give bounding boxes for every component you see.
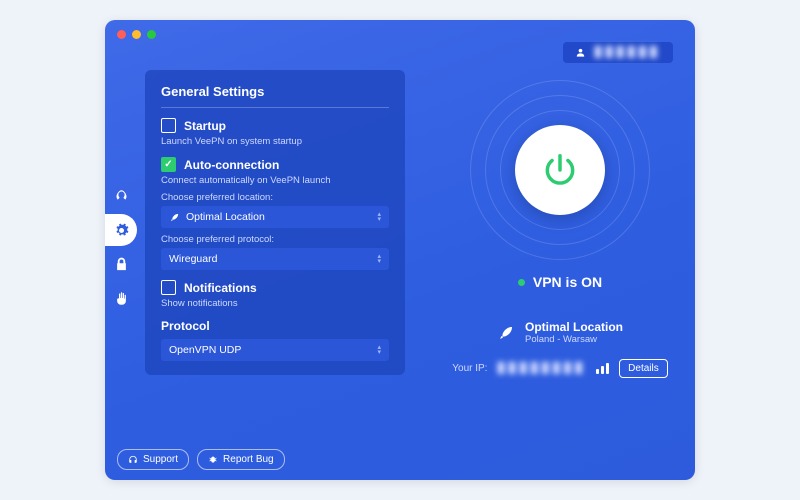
chevron-updown-icon: ▴▾ (377, 254, 381, 264)
autoconn-label: Auto-connection (184, 158, 279, 172)
autoconn-location-label: Choose preferred location: (161, 192, 389, 203)
rocket-icon (497, 324, 515, 342)
notifications-desc: Show notifications (161, 298, 389, 309)
autoconn-protocol-label: Choose preferred protocol: (161, 234, 389, 245)
option-auto-connection: Auto-connection Connect automatically on… (161, 157, 389, 270)
lock-icon (114, 257, 129, 272)
window-traffic-lights (117, 30, 156, 39)
autoconn-protocol-select[interactable]: Wireguard ▴▾ (161, 248, 389, 270)
rocket-icon (114, 189, 129, 204)
autoconn-desc: Connect automatically on VeePN launch (161, 175, 389, 186)
notifications-checkbox[interactable] (161, 280, 176, 295)
location-sub: Poland - Warsaw (525, 334, 623, 345)
maximize-icon[interactable] (147, 30, 156, 39)
report-bug-label: Report Bug (223, 454, 274, 465)
option-notifications: Notifications Show notifications (161, 280, 389, 309)
user-icon (575, 47, 586, 58)
details-button[interactable]: Details (619, 359, 668, 378)
ip-row: Your IP: ████████ Details (452, 359, 667, 378)
chevron-updown-icon: ▴▾ (377, 212, 381, 222)
notifications-label: Notifications (184, 281, 257, 295)
power-ring (470, 80, 650, 260)
chevron-updown-icon: ▴▾ (377, 345, 381, 355)
vpn-status: VPN is ON (518, 274, 602, 290)
protocol-value: OpenVPN UDP (169, 344, 241, 356)
startup-label: Startup (184, 119, 226, 133)
autoconn-protocol-value: Wireguard (169, 253, 217, 265)
support-button[interactable]: Support (117, 449, 189, 470)
location-title: Optimal Location (525, 320, 623, 334)
autoconn-location-select[interactable]: Optimal Location ▴▾ (161, 206, 389, 228)
settings-title: General Settings (161, 84, 389, 108)
footer: Support Report Bug (117, 449, 285, 470)
app-window: ██████ General Settings Startup Launch V… (105, 20, 695, 480)
option-startup: Startup Launch VeePN on system startup (161, 118, 389, 147)
startup-checkbox[interactable] (161, 118, 176, 133)
autoconn-location-value: Optimal Location (186, 211, 265, 223)
protocol-select[interactable]: OpenVPN UDP ▴▾ (161, 339, 389, 361)
sidebar-settings[interactable] (105, 214, 137, 246)
main-status-area: VPN is ON Optimal Location Poland - Wars… (425, 80, 695, 378)
startup-desc: Launch VeePN on system startup (161, 136, 389, 147)
sidebar-privacy[interactable] (105, 282, 137, 314)
settings-panel: General Settings Startup Launch VeePN on… (145, 70, 405, 375)
signal-icon (596, 363, 609, 374)
ip-value: ████████ (497, 363, 586, 374)
close-icon[interactable] (117, 30, 126, 39)
status-dot-icon (518, 279, 525, 286)
report-bug-button[interactable]: Report Bug (197, 449, 285, 470)
ip-label: Your IP: (452, 363, 487, 374)
vpn-status-text: VPN is ON (533, 274, 602, 290)
protocol-heading: Protocol (161, 319, 389, 333)
sidebar-quick-connect[interactable] (105, 180, 137, 212)
location-card[interactable]: Optimal Location Poland - Warsaw (497, 320, 623, 345)
profile-username: ██████ (594, 47, 661, 58)
sidebar (105, 180, 137, 314)
autoconn-checkbox[interactable] (161, 157, 176, 172)
headset-icon (128, 455, 138, 465)
gear-icon (114, 223, 129, 238)
minimize-icon[interactable] (132, 30, 141, 39)
profile-chip[interactable]: ██████ (563, 42, 673, 63)
support-label: Support (143, 454, 178, 465)
rocket-icon (169, 212, 180, 223)
sidebar-security[interactable] (105, 248, 137, 280)
hand-icon (114, 291, 129, 306)
bug-icon (208, 455, 218, 465)
